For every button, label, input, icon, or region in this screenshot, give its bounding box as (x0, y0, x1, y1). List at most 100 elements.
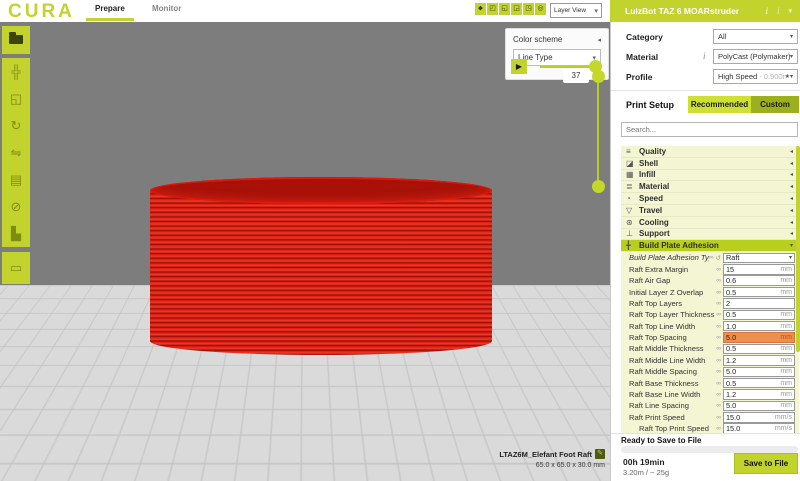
link-icon[interactable]: ∞ (716, 414, 721, 421)
settings-category-build-plate-adhesion[interactable]: ╋Build Plate Adhesion▾ (621, 240, 799, 252)
settings-search-input[interactable] (621, 122, 798, 137)
printer-header[interactable]: LulzBot TAZ 6 MOARstruder i i ▾ (610, 0, 800, 22)
view-camera-button[interactable]: ◎ (535, 3, 546, 15)
setting-row-initial-layer-z-overlap: Initial Layer Z Overlap∞0.5mm (621, 286, 799, 297)
setting-row-raft-air-gap: Raft Air Gap∞0.6mm (621, 275, 799, 286)
link-icon[interactable]: ∞ (709, 254, 714, 261)
settings-scrollbar[interactable] (796, 146, 800, 352)
edit-model-icon[interactable]: ✎ (595, 449, 605, 459)
category-name: Shell (639, 159, 790, 168)
settings-category-support[interactable]: ⊥Support◂ (621, 229, 799, 241)
custom-mode-button[interactable]: Custom (751, 96, 799, 113)
view-front-button[interactable]: ◰ (487, 3, 498, 15)
collapse-panel-icon[interactable]: ◂ (597, 36, 601, 44)
setting-dropdown[interactable]: Raft▾ (723, 253, 795, 264)
save-to-file-button[interactable]: Save to File (734, 453, 798, 474)
link-icon[interactable]: ∞ (716, 380, 721, 387)
setting-value: 5.0 (726, 367, 780, 376)
setting-value-field[interactable]: 1.2mm (723, 355, 795, 366)
link-icon[interactable]: ∞ (716, 277, 721, 284)
settings-category-travel[interactable]: ▽Travel◂ (621, 205, 799, 217)
tab-prepare[interactable]: Prepare (95, 4, 125, 13)
move-tool[interactable]: ╬ (2, 58, 30, 85)
printer-info-icon-2[interactable]: i (777, 6, 780, 16)
link-icon[interactable]: ∞ (716, 300, 721, 307)
setting-value-field[interactable]: 0.5mm (723, 378, 795, 389)
setting-value-field[interactable]: 0.6mm (723, 275, 795, 286)
setting-unit: mm (780, 289, 792, 296)
link-icon[interactable]: ∞ (716, 391, 721, 398)
settings-category-cooling[interactable]: ⊛Cooling◂ (621, 217, 799, 229)
chevron-down-icon: ▾ (790, 53, 793, 60)
viewport-3d[interactable]: ╬◱↻⇋▤⊘▙ ▭ Color scheme ◂ Line Type ▾ ▶ 3… (0, 22, 610, 481)
chevron-left-icon: ◂ (790, 148, 793, 155)
layer-slider-top-handle[interactable] (592, 70, 605, 83)
layer-slider-bottom-handle[interactable] (592, 180, 605, 193)
setting-value-field[interactable]: 15mm (723, 264, 795, 275)
arrange-tool[interactable]: ▭ (2, 252, 30, 284)
setting-value-field[interactable]: 5.0mm (723, 401, 795, 412)
setting-value-field[interactable]: 2 (723, 298, 795, 309)
layer-play-button[interactable]: ▶ (511, 59, 527, 74)
link-icon[interactable]: ∞ (716, 357, 721, 364)
setting-unit: mm (780, 380, 792, 387)
layer-slider-track[interactable] (597, 76, 599, 186)
simulation-slider-track[interactable] (540, 66, 595, 68)
tab-monitor[interactable]: Monitor (152, 4, 181, 13)
arrange-icon: ▭ (10, 260, 22, 276)
link-icon[interactable]: ∞ (716, 402, 721, 409)
link-icon[interactable]: ∞ (716, 425, 721, 432)
setting-value-field[interactable]: 1.2mm (723, 389, 795, 400)
setting-value-field[interactable]: 15.0mm/s (723, 412, 795, 423)
view-top-button[interactable]: ◱ (499, 3, 510, 15)
view-right-button[interactable]: ◳ (523, 3, 534, 15)
category-value: All (718, 32, 790, 41)
setting-row-raft-middle-thickness: Raft Middle Thickness∞0.5mm (621, 343, 799, 354)
settings-category-speed[interactable]: ◔Speed◂ (621, 193, 799, 205)
per-model-settings-tool[interactable]: ▤ (2, 166, 30, 193)
profile-label: Profile (626, 72, 652, 82)
view-mode-dropdown[interactable]: Layer View ▾ (550, 3, 602, 18)
material-icon: ≣ (626, 182, 639, 191)
settings-category-shell[interactable]: ◪Shell◂ (621, 158, 799, 170)
setting-unit: mm (780, 311, 792, 318)
printer-info-icon[interactable]: i (765, 6, 768, 16)
setting-row-raft-print-speed: Raft Print Speed∞15.0mm/s (621, 412, 799, 423)
material-info-icon[interactable]: i (703, 51, 706, 61)
setting-value-field[interactable]: 0.5mm (723, 287, 795, 298)
mirror-tool[interactable]: ⇋ (2, 139, 30, 166)
view-left-button[interactable]: ◲ (511, 3, 522, 15)
scale-tool[interactable]: ◱ (2, 85, 30, 112)
revert-icon[interactable]: ↺ (716, 254, 721, 262)
rotate-tool[interactable]: ↻ (2, 112, 30, 139)
link-icon[interactable]: ∞ (716, 266, 721, 273)
support-blocker-tool[interactable]: ⊘ (2, 193, 30, 220)
setting-value-field[interactable]: 5.0mm (723, 367, 795, 378)
setting-value-field[interactable]: 0.5mm (723, 310, 795, 321)
folder-icon (9, 35, 23, 44)
open-file-button[interactable] (2, 26, 30, 53)
settings-category-infill[interactable]: ▦Infill◂ (621, 170, 799, 182)
settings-category-material[interactable]: ≣Material◂ (621, 181, 799, 193)
view-3d-button[interactable]: ⬥ (475, 3, 486, 15)
link-icon[interactable]: ∞ (716, 311, 721, 318)
model-cylinder[interactable] (150, 177, 492, 355)
setting-label: Raft Base Thickness (629, 379, 716, 388)
settings-category-quality[interactable]: ≡Quality◂ (621, 146, 799, 158)
setting-row-raft-middle-spacing: Raft Middle Spacing∞5.0mm (621, 366, 799, 377)
star-icon[interactable]: ★▾ (785, 73, 793, 80)
material-dropdown[interactable]: PolyCast (Polymaker) ▾ (713, 49, 798, 64)
profile-dropdown[interactable]: High Speed- 0.900mm ★▾ (713, 69, 798, 84)
layer-steps-tool[interactable]: ▙ (2, 220, 30, 247)
link-icon[interactable]: ∞ (716, 368, 721, 375)
setting-value-field[interactable]: 0.5mm (723, 344, 795, 355)
link-icon[interactable]: ∞ (716, 345, 721, 352)
category-dropdown[interactable]: All ▾ (713, 29, 798, 44)
setting-value: 15 (726, 265, 780, 274)
link-icon[interactable]: ∞ (716, 334, 721, 341)
setting-value-field[interactable]: 1.0mm (723, 321, 795, 332)
link-icon[interactable]: ∞ (716, 323, 721, 330)
link-icon[interactable]: ∞ (716, 289, 721, 296)
recommended-mode-button[interactable]: Recommended (688, 96, 751, 113)
setting-value-field[interactable]: 5.0mm (723, 332, 795, 343)
